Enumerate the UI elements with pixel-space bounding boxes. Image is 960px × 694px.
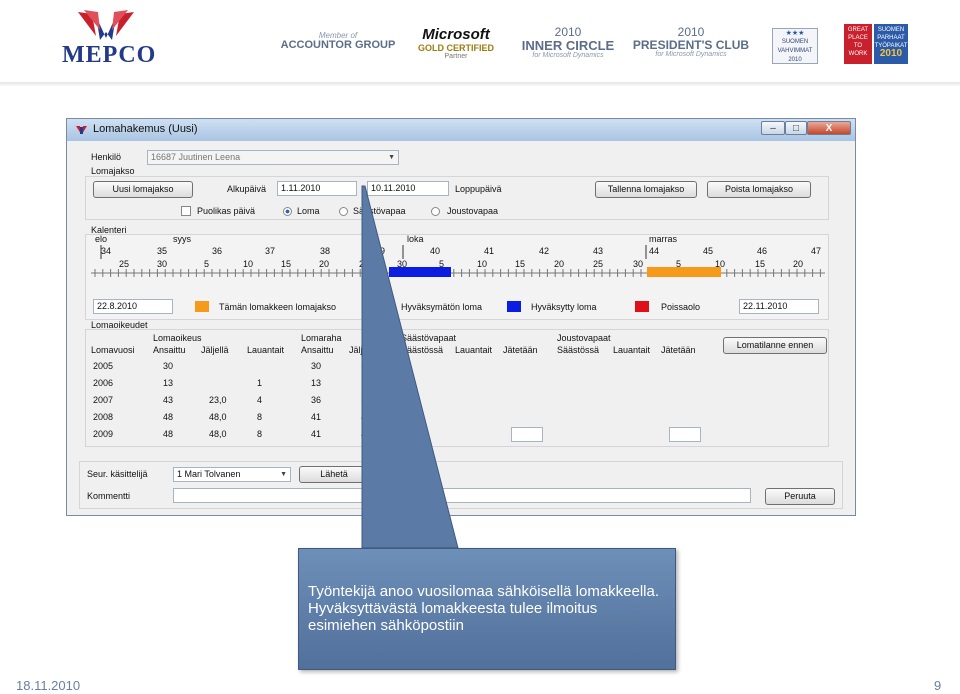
footer-date: 18.11.2010 (16, 678, 81, 693)
page-number: 9 (934, 678, 942, 693)
callout-text: Työntekijä anoo vuosilomaa sähköisellä l… (308, 583, 660, 634)
